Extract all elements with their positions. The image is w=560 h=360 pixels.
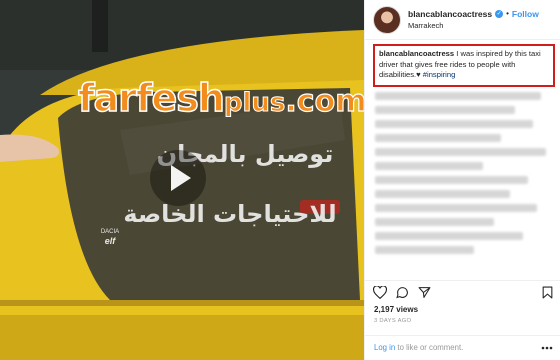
blurred-comment-row (375, 246, 474, 254)
window-text-line2: للاحتياجات الخاصة (123, 200, 337, 228)
blurred-comment-row (375, 134, 501, 142)
login-prompt: Log in to like or comment. (365, 335, 560, 360)
bookmark-icon[interactable] (542, 286, 553, 299)
blurred-comment-row (375, 120, 534, 128)
heart-emoji: ♥ (416, 70, 421, 79)
login-rest-text: to like or comment. (395, 343, 464, 352)
blurred-comment-row (375, 232, 523, 240)
follow-button[interactable]: Follow (512, 8, 539, 20)
post-media[interactable]: توصيل بالمجان للاحتياجات الخاصة DACIA el… (0, 0, 364, 360)
post-timestamp[interactable]: 3 days ago (374, 318, 411, 324)
blurred-comments (375, 92, 555, 260)
header-separator: • (506, 8, 509, 18)
caption-username[interactable]: blancablancoactress (379, 49, 454, 58)
blurred-comment-row (375, 92, 541, 100)
post-side-panel: blancablancoactress ✓ • Follow Marrakech… (364, 0, 560, 360)
username-link[interactable]: blancablancoactress (408, 8, 492, 20)
header-text: blancablancoactress ✓ • Follow Marrakech (408, 8, 539, 32)
blurred-comment-row (375, 218, 494, 226)
watermark-plus: plus (223, 88, 286, 119)
caption-hashtag[interactable]: #inspiring (423, 70, 456, 79)
blurred-comment-row (375, 204, 537, 212)
verified-badge-icon: ✓ (495, 9, 504, 18)
blurred-comment-row (375, 148, 546, 156)
blurred-comment-row (375, 176, 528, 184)
location-link[interactable]: Marrakech (408, 20, 539, 32)
blurred-comment-row (375, 106, 516, 114)
car-badge-elf: elf (104, 236, 116, 246)
caption-highlight: blancablancoactress I was inspired by th… (373, 44, 555, 87)
header-row: blancablancoactress ✓ • Follow (408, 8, 539, 20)
car-badge: DACIA elf (90, 228, 130, 246)
blurred-comment-row (375, 162, 483, 170)
share-icon[interactable] (418, 286, 431, 299)
post-header: blancablancoactress ✓ • Follow Marrakech (365, 0, 560, 40)
comment-icon[interactable] (396, 286, 409, 299)
avatar[interactable] (373, 5, 401, 34)
view-count[interactable]: 2,197 views (374, 305, 418, 314)
farfesh-watermark: farfeshplus.com (77, 75, 364, 122)
more-options-icon[interactable] (541, 346, 553, 350)
watermark-main: farfesh (77, 75, 225, 121)
watermark-com: .com (285, 83, 364, 119)
login-link[interactable]: Log in (374, 343, 395, 352)
action-bar (365, 280, 560, 300)
play-icon[interactable] (150, 150, 206, 206)
heart-icon[interactable] (373, 286, 387, 299)
blurred-comment-row (375, 190, 510, 198)
